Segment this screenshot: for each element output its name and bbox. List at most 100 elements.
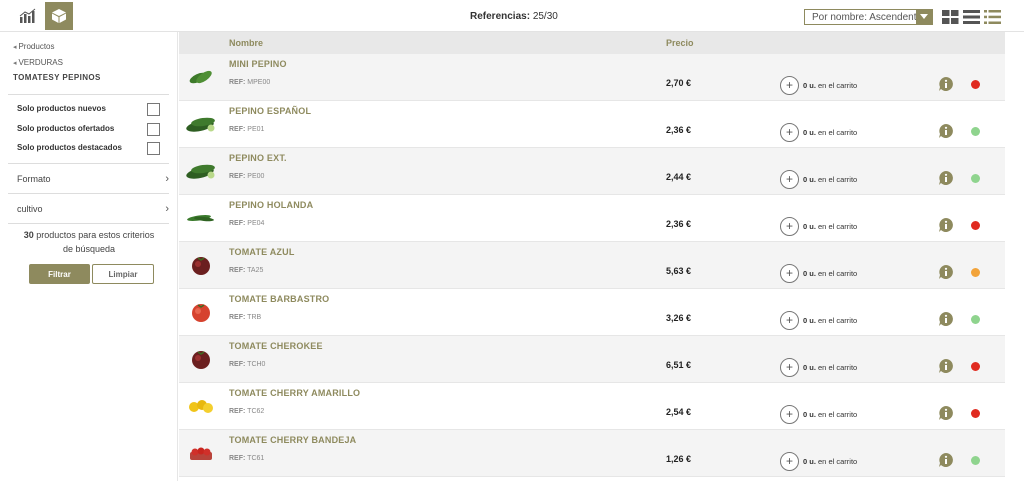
product-name[interactable]: TOMATE AZUL bbox=[229, 247, 295, 257]
add-to-cart-button[interactable]: + bbox=[780, 76, 799, 95]
info-icon[interactable] bbox=[938, 264, 954, 280]
info-icon[interactable] bbox=[938, 405, 954, 421]
list-view-icon[interactable] bbox=[963, 10, 980, 24]
detail-list-view-icon[interactable] bbox=[984, 10, 1001, 24]
sort-select[interactable]: Por nombre: Ascendente bbox=[804, 9, 933, 25]
product-ref-label: REF: bbox=[229, 314, 246, 321]
stats-chart-icon[interactable] bbox=[14, 2, 42, 30]
add-to-cart-button[interactable]: + bbox=[780, 217, 799, 236]
product-name[interactable]: PEPINO EXT. bbox=[229, 153, 287, 163]
product-name[interactable]: TOMATE CHEROKEE bbox=[229, 341, 323, 351]
product-image[interactable] bbox=[185, 205, 217, 231]
add-to-cart-button[interactable]: + bbox=[780, 452, 799, 471]
product-image[interactable] bbox=[185, 111, 217, 137]
product-ref-value: TCH0 bbox=[247, 361, 266, 368]
product-image[interactable] bbox=[185, 299, 217, 325]
product-image[interactable] bbox=[185, 252, 217, 278]
product-ref: REF: TA25 bbox=[229, 267, 263, 274]
references-label: Referencias: bbox=[470, 11, 531, 22]
top-toolbar: Referencias: 25/30 Por nombre: Ascendent… bbox=[0, 0, 1024, 32]
add-to-cart-button[interactable]: + bbox=[780, 358, 799, 377]
results-count: 30 productos para estos criterios de bús… bbox=[0, 228, 178, 256]
cart-quantity: 0 u. en el carrito bbox=[803, 222, 857, 231]
add-to-cart-button[interactable]: + bbox=[780, 123, 799, 142]
product-name[interactable]: TOMATE BARBASTRO bbox=[229, 294, 329, 304]
results-count-text-2: de búsqueda bbox=[62, 244, 116, 254]
table-row[interactable]: TOMATE AZUL REF: TA25 5,63 € +0 u. en el ca… bbox=[179, 242, 1005, 289]
product-name[interactable]: PEPINO HOLANDA bbox=[229, 200, 313, 210]
add-to-cart-button[interactable]: + bbox=[780, 405, 799, 424]
product-ref-label: REF: bbox=[229, 408, 246, 415]
product-name[interactable]: TOMATE CHERRY AMARILLO bbox=[229, 388, 360, 398]
featured-products-checkbox[interactable] bbox=[147, 142, 160, 155]
cart-text: en el carrito bbox=[818, 410, 858, 419]
table-row[interactable]: TOMATE CHERRY BANDEJA REF: TC61 1,26 € +0 u… bbox=[179, 430, 1005, 477]
sort-select-value: Por nombre: Ascendente bbox=[812, 12, 923, 23]
grid-view-icon[interactable] bbox=[942, 10, 959, 24]
product-image[interactable] bbox=[185, 158, 217, 184]
availability-status-dot bbox=[971, 362, 980, 371]
table-row[interactable]: PEPINO EXT. REF: PE00 2,44 € +0 u. en el ca… bbox=[179, 148, 1005, 195]
table-row[interactable]: TOMATE CHEROKEE REF: TCH0 6,51 € +0 u. en e… bbox=[179, 336, 1005, 383]
info-icon[interactable] bbox=[938, 358, 954, 374]
product-image[interactable] bbox=[185, 346, 217, 372]
filter-button[interactable]: Filtrar bbox=[29, 264, 90, 284]
filter-formato[interactable]: Formato › bbox=[17, 173, 169, 185]
table-row[interactable]: TOMATE BARBASTRO REF: TRB 3,26 € +0 u. en e… bbox=[179, 289, 1005, 336]
table-row[interactable]: TOMATE CHERRY AMARILLO REF: TC62 2,54 € +0 … bbox=[179, 383, 1005, 430]
table-row[interactable]: PEPINO ESPAÑOL REF: PE01 2,36 € +0 u. en el… bbox=[179, 101, 1005, 148]
availability-status-dot bbox=[971, 409, 980, 418]
product-price: 3,26 € bbox=[665, 313, 691, 323]
product-table: Nombre Precio MINI PEPINO REF: MPE00 2,70 … bbox=[179, 32, 1005, 481]
chevron-right-icon: › bbox=[165, 173, 169, 185]
product-name[interactable]: MINI PEPINO bbox=[229, 59, 287, 69]
filter-formato-label: Formato bbox=[17, 174, 51, 184]
info-icon[interactable] bbox=[938, 170, 954, 186]
info-icon[interactable] bbox=[938, 76, 954, 92]
catalog-box-icon[interactable] bbox=[45, 2, 73, 30]
filter-featured-products[interactable]: Solo productos destacados bbox=[17, 142, 160, 157]
add-to-cart-button[interactable]: + bbox=[780, 170, 799, 189]
info-icon[interactable] bbox=[938, 123, 954, 139]
filter-sidebar: Productos VERDURAS TOMATESY PEPINOS Solo… bbox=[0, 32, 178, 481]
table-row[interactable]: MINI PEPINO REF: MPE00 2,70 € +0 u. en el c… bbox=[179, 54, 1005, 101]
product-ref: REF: PE01 bbox=[229, 126, 264, 133]
filter-cultivo-label: cultivo bbox=[17, 204, 43, 214]
cart-units: 0 u. bbox=[803, 410, 816, 419]
offered-products-checkbox[interactable] bbox=[147, 123, 160, 136]
product-price: 2,36 € bbox=[665, 219, 691, 229]
cart-text: en el carrito bbox=[818, 363, 858, 372]
product-image[interactable] bbox=[185, 393, 217, 419]
cart-units: 0 u. bbox=[803, 128, 816, 137]
column-header-precio[interactable]: Precio bbox=[666, 38, 694, 48]
product-ref-label: REF: bbox=[229, 220, 246, 227]
info-icon[interactable] bbox=[938, 311, 954, 327]
product-ref-value: PE00 bbox=[247, 173, 265, 180]
table-header: Nombre Precio bbox=[179, 32, 1005, 54]
product-image[interactable] bbox=[185, 440, 217, 466]
info-icon[interactable] bbox=[938, 452, 954, 468]
breadcrumb-verduras[interactable]: VERDURAS bbox=[13, 58, 62, 67]
table-row[interactable]: PEPINO HOLANDA REF: PE04 2,36 € +0 u. en el… bbox=[179, 195, 1005, 242]
availability-status-dot bbox=[971, 268, 980, 277]
filter-cultivo[interactable]: cultivo › bbox=[17, 203, 169, 215]
product-ref-value: TC61 bbox=[247, 455, 265, 462]
info-icon[interactable] bbox=[938, 217, 954, 233]
filter-offered-products-label: Solo productos ofertados bbox=[17, 124, 115, 133]
filter-offered-products[interactable]: Solo productos ofertados bbox=[17, 123, 160, 138]
product-name[interactable]: TOMATE CHERRY BANDEJA bbox=[229, 435, 356, 445]
results-count-number: 30 bbox=[23, 230, 34, 240]
product-image[interactable] bbox=[185, 64, 217, 90]
breadcrumb-productos[interactable]: Productos bbox=[13, 42, 54, 51]
add-to-cart-button[interactable]: + bbox=[780, 311, 799, 330]
divider bbox=[8, 94, 169, 95]
cart-quantity: 0 u. en el carrito bbox=[803, 457, 857, 466]
column-header-nombre[interactable]: Nombre bbox=[229, 38, 263, 48]
product-ref-label: REF: bbox=[229, 126, 246, 133]
add-to-cart-button[interactable]: + bbox=[780, 264, 799, 283]
filter-new-products[interactable]: Solo productos nuevos bbox=[17, 103, 160, 118]
clear-button[interactable]: Limpiar bbox=[92, 264, 154, 284]
product-ref: REF: MPE00 bbox=[229, 79, 270, 86]
new-products-checkbox[interactable] bbox=[147, 103, 160, 116]
product-name[interactable]: PEPINO ESPAÑOL bbox=[229, 106, 311, 116]
